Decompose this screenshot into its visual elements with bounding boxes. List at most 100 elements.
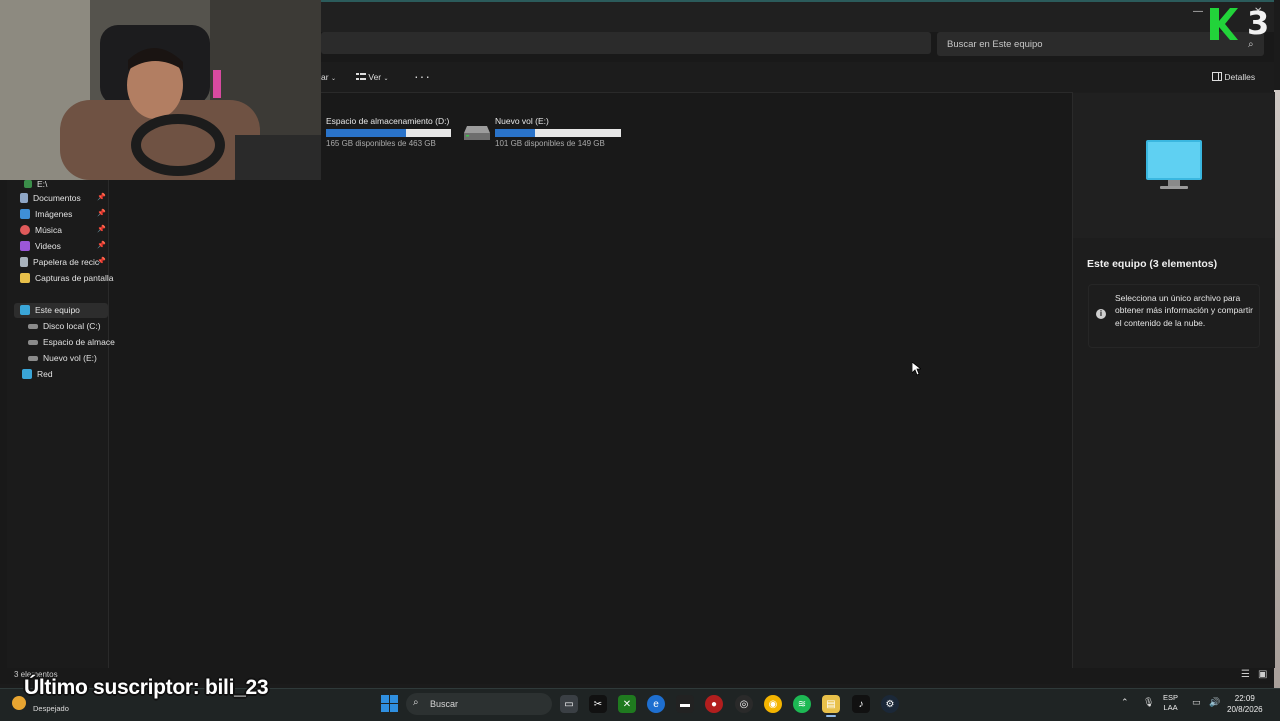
nav-item-videos[interactable]: Videos — [20, 238, 61, 254]
more-options-button[interactable]: ··· — [414, 68, 431, 84]
details-label: Detalles — [1224, 72, 1256, 82]
music-icon — [20, 225, 30, 235]
drive-usage-fill — [326, 129, 406, 137]
nav-item-label: Disco local (C:) — [43, 321, 101, 331]
latest-subscriber-overlay: Último suscriptor: bili_23 — [24, 676, 269, 699]
chrome-icon[interactable]: ◉ — [764, 695, 782, 713]
game-app-icon[interactable]: ▬ — [676, 695, 694, 713]
drive-tile-d[interactable]: Espacio de almacenamiento (D:) 165 GB di… — [326, 116, 451, 148]
network-icon[interactable]: ▭ — [1192, 697, 1201, 708]
obs-icon[interactable]: ◎ — [735, 695, 753, 713]
nav-item-label: Red — [37, 369, 53, 379]
nav-item-label: Documentos — [33, 193, 81, 203]
search-placeholder[interactable]: Buscar en Este equipo — [947, 39, 1043, 50]
red-app-icon[interactable]: ● — [705, 695, 723, 713]
details-pane-icon — [1212, 72, 1222, 81]
nav-item-imagenes[interactable]: Imágenes — [20, 206, 72, 222]
nav-item-capturas[interactable]: Capturas de pantalla — [20, 270, 113, 286]
pin-icon[interactable]: 📌 — [97, 209, 106, 217]
drive-usage-fill — [495, 129, 536, 137]
drive-icon — [28, 355, 38, 361]
view-icon — [356, 73, 366, 80]
pin-icon[interactable]: 📌 — [97, 193, 106, 201]
drive-name: Espacio de almacenamiento (D:) — [326, 116, 450, 126]
language-indicator[interactable]: ESP LAA — [1163, 693, 1178, 713]
title-bar — [321, 0, 1274, 32]
tray-overflow-chevron-icon[interactable]: ⌃ — [1121, 697, 1129, 708]
tiktok-icon[interactable]: ♪ — [852, 695, 870, 713]
start-windows-icon[interactable] — [381, 695, 398, 712]
pin-icon[interactable]: 📌 — [97, 257, 106, 265]
pin-icon[interactable]: 📌 — [97, 225, 106, 233]
view-label: Ver — [368, 72, 382, 82]
volume-icon[interactable]: 🔊 — [1209, 697, 1220, 708]
network-icon — [22, 369, 32, 379]
nav-item-label: Nuevo vol (E:) — [43, 353, 97, 363]
command-bar — [321, 62, 1274, 93]
keyboard-layout: LAA — [1163, 703, 1178, 712]
address-bar[interactable] — [321, 32, 931, 54]
drive-free-space: 165 GB disponibles de 463 GB — [326, 139, 436, 148]
pin-icon[interactable]: 📌 — [97, 241, 106, 249]
nav-item-label: Papelera de recic — [33, 257, 100, 267]
nav-item-label: Capturas de pantalla — [35, 273, 114, 283]
nav-item-label: Imágenes — [35, 209, 73, 219]
details-view-icon[interactable]: ☰ — [1241, 669, 1250, 680]
nav-item-papelera[interactable]: Papelera de recic — [20, 254, 99, 270]
folder-icon — [20, 273, 30, 283]
weather-label[interactable]: Despejado — [33, 704, 69, 713]
taskbar-search-box[interactable] — [406, 693, 552, 715]
computer-icon — [20, 305, 30, 315]
sort-label: ar — [321, 72, 329, 82]
computer-monitor-icon — [1146, 140, 1202, 189]
nav-item-disco-local[interactable]: Disco local (C:) — [28, 318, 101, 334]
webcam-person-image — [0, 0, 321, 180]
sort-button[interactable]: ar ⌄ — [321, 72, 336, 82]
document-icon — [20, 193, 28, 203]
chevron-down-icon: ⌄ — [330, 76, 336, 82]
spotify-icon[interactable]: ≋ — [793, 695, 811, 713]
clock-date: 20/8/2026 — [1227, 705, 1263, 714]
chevron-down-icon: ⌄ — [383, 76, 389, 82]
taskbar-search-label[interactable]: Buscar — [430, 699, 458, 709]
hard-drive-icon — [464, 126, 490, 140]
nav-item-label: Espacio de almace — [43, 337, 115, 347]
view-button[interactable]: Ver ⌄ — [356, 72, 389, 82]
channel-logo-icon — [1210, 8, 1238, 40]
edge-icon[interactable]: e — [647, 695, 665, 713]
nav-item-nuevo-vol[interactable]: Nuevo vol (E:) — [28, 350, 97, 366]
search-icon: ⌕ — [413, 697, 419, 708]
nav-item-espacio[interactable]: Espacio de almace — [28, 334, 115, 350]
minimize-button[interactable]: — — [1193, 6, 1203, 17]
steam-icon[interactable]: ⚙ — [881, 695, 899, 713]
video-icon — [20, 241, 30, 251]
xbox-icon[interactable]: ✕ — [618, 695, 636, 713]
details-button[interactable]: Detalles — [1212, 72, 1255, 82]
nav-item-label: Música — [35, 225, 62, 235]
capcut-icon[interactable]: ✂ — [589, 695, 607, 713]
info-icon: i — [1096, 309, 1106, 319]
clock[interactable]: 22:09 20/8/2026 — [1227, 693, 1263, 715]
channel-logo-number: 3 — [1247, 4, 1270, 42]
task-view-icon[interactable]: ▭ — [560, 695, 578, 713]
nav-item-musica[interactable]: Música — [20, 222, 62, 238]
nav-item-documentos[interactable]: Documentos — [20, 190, 81, 206]
details-info-text: Selecciona un único archivo para obtener… — [1115, 293, 1253, 328]
nav-item-este-equipo[interactable]: Este equipo — [20, 302, 80, 318]
drive-usage-bar — [495, 129, 621, 137]
drive-usage-bar — [326, 129, 451, 137]
nav-item-red[interactable]: Red — [22, 366, 53, 382]
large-icons-view-icon[interactable]: ▣ — [1258, 669, 1267, 680]
mouse-cursor-icon — [912, 362, 921, 376]
active-app-indicator — [826, 715, 836, 717]
drive-icon — [24, 180, 32, 188]
pictures-icon — [20, 209, 30, 219]
drive-name: Nuevo vol (E:) — [495, 116, 549, 126]
nav-item-label: Videos — [35, 241, 61, 251]
drive-tile-e[interactable]: Nuevo vol (E:) 101 GB disponibles de 149… — [495, 116, 621, 148]
file-explorer-icon[interactable]: ▤ — [822, 695, 840, 713]
drive-free-space: 101 GB disponibles de 149 GB — [495, 139, 605, 148]
webcam-overlay — [0, 0, 321, 180]
drive-icon — [28, 339, 38, 345]
microphone-icon[interactable]: 🎙 — [1143, 697, 1154, 708]
